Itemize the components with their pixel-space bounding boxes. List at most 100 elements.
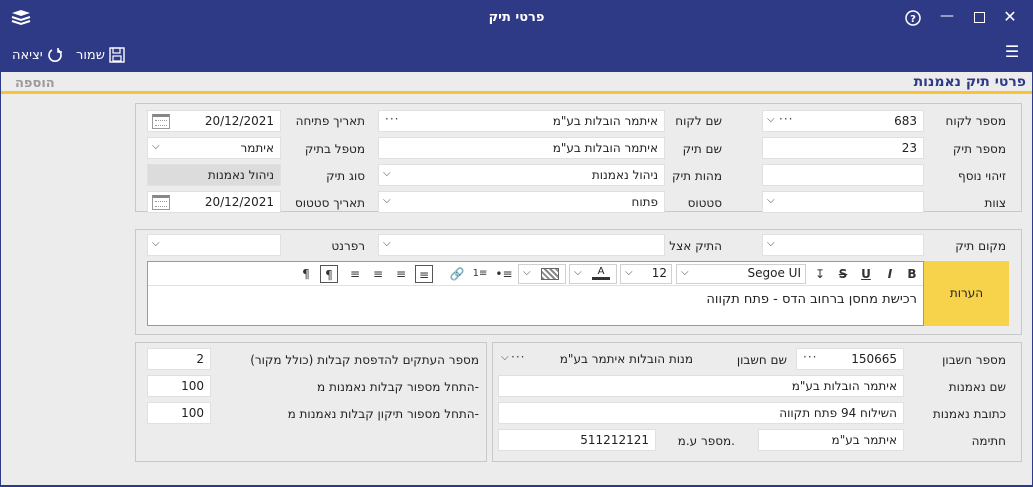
- floppy-icon: [109, 47, 125, 63]
- strikethrough-icon[interactable]: S: [836, 265, 850, 283]
- numbered-list-icon[interactable]: 1≡: [471, 265, 489, 283]
- customer-name-field[interactable]: ··· איתמר הובלות בע"מ: [378, 110, 665, 132]
- chevron-down-icon[interactable]: ⌵: [383, 195, 391, 206]
- minimize-icon[interactable]: —: [940, 9, 954, 23]
- align-left-icon[interactable]: ≡: [369, 265, 387, 283]
- chevron-down-icon[interactable]: ⌵: [383, 168, 391, 179]
- window-title: פרטי תיק: [488, 10, 545, 25]
- font-size-select[interactable]: ⌵ 12: [620, 264, 672, 284]
- trustee-name-value: איתמר הובלות בע"מ: [791, 379, 897, 393]
- more-icon[interactable]: ···: [779, 112, 793, 126]
- case-no-field[interactable]: 23: [762, 137, 924, 159]
- highlight-select[interactable]: ⌵: [518, 264, 566, 284]
- case-name-label: שם תיק: [682, 142, 722, 156]
- chevron-down-icon[interactable]: ⌵: [152, 238, 160, 249]
- chevron-down-icon[interactable]: ⌵: [501, 352, 509, 363]
- case-nature-select[interactable]: ⌵ ניהול נאמנות: [378, 164, 665, 186]
- font-color-icon: A: [592, 266, 610, 280]
- status-date-value: 20/12/2021: [204, 195, 274, 209]
- rtl-paragraph-icon[interactable]: ¶: [320, 265, 338, 283]
- more-icon[interactable]: ···: [385, 112, 399, 126]
- italic-icon[interactable]: I: [883, 265, 897, 283]
- held-by-select[interactable]: ⌵: [378, 234, 665, 256]
- align-center-icon[interactable]: ≡: [392, 265, 410, 283]
- handler-select[interactable]: ⌵ איתמר: [147, 137, 281, 159]
- chevron-down-icon[interactable]: ⌵: [625, 267, 633, 278]
- font-size-value: 12: [651, 266, 667, 280]
- signature-field[interactable]: איתמר בע"מ: [758, 429, 904, 451]
- team-label: צוות: [984, 196, 1006, 210]
- chevron-down-icon[interactable]: ⌵: [681, 267, 689, 278]
- exit-button[interactable]: יציאה: [12, 47, 63, 63]
- title-bar: פרטי תיק ? — ✕: [0, 0, 1033, 36]
- more-icon[interactable]: ···: [803, 350, 817, 364]
- font-select[interactable]: ⌵ Segoe UI: [676, 264, 806, 284]
- extra-id-label: זיהוי נוסף: [958, 169, 1006, 183]
- signature-label: חתימה: [971, 434, 1006, 448]
- receipt-start-field[interactable]: 100: [147, 375, 211, 397]
- align-right-icon[interactable]: ≡: [415, 265, 433, 283]
- referent-select[interactable]: ⌵: [147, 234, 281, 256]
- chevron-down-icon[interactable]: ⌵: [767, 238, 775, 249]
- section-header: פרטי תיק נאמנות הוספה: [1, 72, 1032, 94]
- trustee-name-field[interactable]: איתמר הובלות בע"מ: [498, 375, 904, 397]
- company-no-field[interactable]: 511212121: [498, 429, 656, 451]
- underline-icon[interactable]: U: [859, 265, 873, 283]
- status-select[interactable]: ⌵ פתוח: [378, 191, 665, 213]
- chevron-down-icon[interactable]: ⌵: [767, 195, 775, 206]
- status-value: פתוח: [631, 195, 659, 209]
- status-date-field[interactable]: 20/12/2021: [147, 191, 281, 213]
- location-select[interactable]: ⌵: [762, 234, 924, 256]
- case-type-value: ניהול נאמנות: [207, 168, 274, 182]
- ltr-paragraph-icon[interactable]: ¶: [297, 265, 315, 283]
- team-select[interactable]: ⌵: [762, 191, 924, 213]
- open-date-field[interactable]: 20/12/2021: [147, 110, 281, 132]
- case-type-field: ניהול נאמנות: [147, 164, 281, 186]
- editor-toolbar: B I U S ↧ ⌵ Segoe UI ⌵ 12 ⌵ A ⌵ •≡ 1≡ 🔗 …: [148, 262, 923, 286]
- font-color-select[interactable]: ⌵ A: [569, 264, 617, 284]
- chevron-down-icon[interactable]: ⌵: [152, 141, 160, 152]
- clear-format-icon[interactable]: ↧: [813, 265, 827, 283]
- link-icon[interactable]: 🔗: [449, 265, 465, 283]
- trustee-address-label: כתובת נאמנות: [932, 407, 1006, 421]
- location-label: מקום תיק: [955, 239, 1006, 253]
- align-justify-icon[interactable]: ≡: [346, 265, 364, 283]
- account-name-select[interactable]: ⌵ ··· מנות הובלות איתמר בע"מ: [498, 348, 700, 370]
- notes-editor[interactable]: B I U S ↧ ⌵ Segoe UI ⌵ 12 ⌵ A ⌵ •≡ 1≡ 🔗 …: [147, 261, 924, 326]
- calendar-icon[interactable]: [152, 195, 170, 210]
- case-name-value: איתמר הובלות בע"מ: [552, 141, 658, 155]
- account-no-field[interactable]: ··· 150665: [796, 348, 904, 370]
- add-button[interactable]: הוספה: [15, 76, 55, 91]
- svg-text:?: ?: [910, 14, 916, 25]
- bold-icon[interactable]: B: [905, 265, 919, 283]
- extra-id-field[interactable]: [762, 164, 924, 186]
- chevron-down-icon[interactable]: ⌵: [767, 114, 775, 125]
- bullet-list-icon[interactable]: •≡: [495, 265, 513, 283]
- case-no-value: 23: [901, 141, 917, 155]
- referent-label: רפרנט: [331, 239, 365, 253]
- chevron-down-icon[interactable]: ⌵: [574, 267, 582, 278]
- hamburger-menu-icon[interactable]: ☰: [1004, 44, 1020, 60]
- save-button[interactable]: שמור: [76, 47, 125, 63]
- chevron-down-icon[interactable]: ⌵: [523, 267, 531, 278]
- customer-no-field[interactable]: ⌵ ··· 683: [762, 110, 924, 132]
- chevron-down-icon[interactable]: ⌵: [383, 238, 391, 249]
- calendar-icon[interactable]: [152, 114, 170, 129]
- customer-no-label: מספר לקוח: [945, 114, 1006, 128]
- close-icon[interactable]: ✕: [1003, 9, 1017, 25]
- receipt-fix-value: 100: [181, 406, 204, 420]
- more-icon[interactable]: ···: [511, 350, 525, 364]
- case-name-field[interactable]: איתמר הובלות בע"מ: [378, 137, 665, 159]
- trustee-address-field[interactable]: השילוח 94 פתח תקווה: [498, 402, 904, 424]
- case-nature-value: ניהול נאמנות: [591, 168, 658, 182]
- receipt-start-value: 100: [181, 379, 204, 393]
- receipt-fix-label: התחל מספור תיקון קבלות נאמנות מ-: [287, 407, 479, 421]
- help-icon[interactable]: ?: [905, 10, 921, 26]
- held-by-label: התיק אצל: [669, 239, 722, 253]
- company-no-value: 511212121: [580, 433, 649, 447]
- receipt-fix-field[interactable]: 100: [147, 402, 211, 424]
- exit-label: יציאה: [12, 47, 43, 63]
- maximize-icon[interactable]: [974, 12, 985, 23]
- account-name-label: שם חשבון: [736, 353, 787, 367]
- receipt-copies-field[interactable]: 2: [147, 348, 211, 370]
